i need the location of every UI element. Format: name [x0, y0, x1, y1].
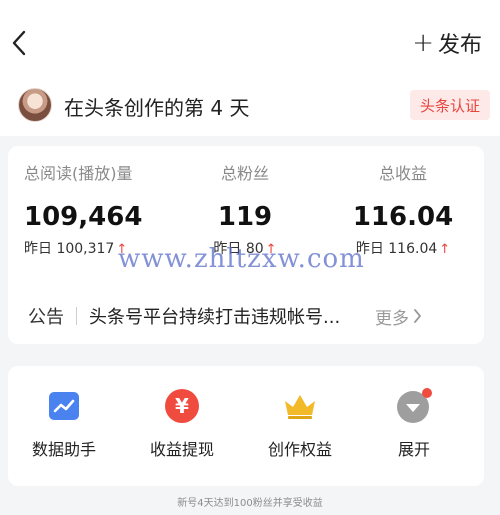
- publish-button[interactable]: + 发布: [412, 28, 482, 58]
- tool-label: 展开: [397, 440, 430, 459]
- stat-yesterday-text: 昨日 100,317: [24, 241, 115, 257]
- stat-label: 总阅读(播放)量: [24, 164, 133, 183]
- notice-tag: 公告: [28, 307, 64, 328]
- up-arrow-icon: ↑: [265, 242, 277, 257]
- stat-yesterday: 昨日 100,317 ↑: [24, 238, 168, 258]
- back-button[interactable]: [6, 26, 32, 60]
- footer-caption: 新号4天达到100粉丝并享受收益: [177, 498, 323, 509]
- stat-value: 119: [217, 202, 273, 232]
- chart-icon: [44, 386, 84, 426]
- verify-badge[interactable]: 头条认证: [409, 90, 490, 120]
- avatar[interactable]: [18, 88, 52, 122]
- tool-label: 数据助手: [31, 440, 96, 459]
- tool-income-withdraw[interactable]: ¥ 收益提现: [132, 386, 232, 460]
- tool-creator-rights[interactable]: 创作权益: [250, 386, 350, 460]
- expand-icon: [394, 386, 434, 426]
- tool-data-assistant[interactable]: 数据助手: [14, 386, 114, 460]
- more-link[interactable]: 更多: [375, 304, 409, 329]
- tool-label: 创作权益: [267, 440, 332, 459]
- divider: [76, 307, 77, 325]
- notice-message: 头条号平台持续打击违规帐号...: [89, 307, 341, 328]
- stat-yesterday: 昨日 116.04 ↑: [328, 238, 478, 258]
- top-bar: + 发布: [0, 0, 500, 84]
- up-arrow-icon: ↑: [439, 242, 451, 257]
- publish-label: 发布: [437, 33, 482, 58]
- svg-text:¥: ¥: [175, 394, 189, 418]
- plus-icon: +: [412, 28, 434, 58]
- stat-label: 总粉丝: [220, 164, 269, 183]
- stat-total-income[interactable]: 总收益 116.04 昨日 116.04 ↑: [328, 160, 478, 258]
- stat-total-fans[interactable]: 总粉丝 119 昨日 80 ↑: [180, 160, 310, 258]
- tools-card: 数据助手 ¥ 收益提现 创作权益 展开: [8, 366, 484, 486]
- chevron-left-icon: [12, 30, 26, 56]
- yen-icon: ¥: [162, 386, 202, 426]
- crown-icon: [280, 386, 320, 426]
- stat-total-reads[interactable]: 总阅读(播放)量 109,464 昨日 100,317 ↑: [18, 160, 168, 258]
- notice-bar[interactable]: 公告 头条号平台持续打击违规帐号... 更多: [8, 296, 484, 336]
- stat-yesterday-text: 昨日 116.04: [355, 241, 438, 257]
- tool-expand[interactable]: 展开: [364, 386, 464, 460]
- stat-yesterday: 昨日 80 ↑: [180, 238, 310, 258]
- tool-label: 收益提现: [149, 440, 214, 459]
- stat-label: 总收益: [378, 164, 427, 183]
- stat-value: 116.04: [352, 202, 454, 232]
- creator-row: 在头条创作的第 4 天 头条认证: [0, 84, 500, 136]
- up-arrow-icon: ↑: [116, 242, 128, 257]
- chevron-right-icon: [413, 308, 422, 324]
- stat-value: 109,464: [24, 202, 143, 232]
- creator-days-text: 在头条创作的第 4 天: [64, 96, 250, 120]
- stats-card: 总阅读(播放)量 109,464 昨日 100,317 ↑ 总粉丝 119 昨日 …: [8, 146, 484, 344]
- stat-yesterday-text: 昨日 80: [213, 241, 264, 257]
